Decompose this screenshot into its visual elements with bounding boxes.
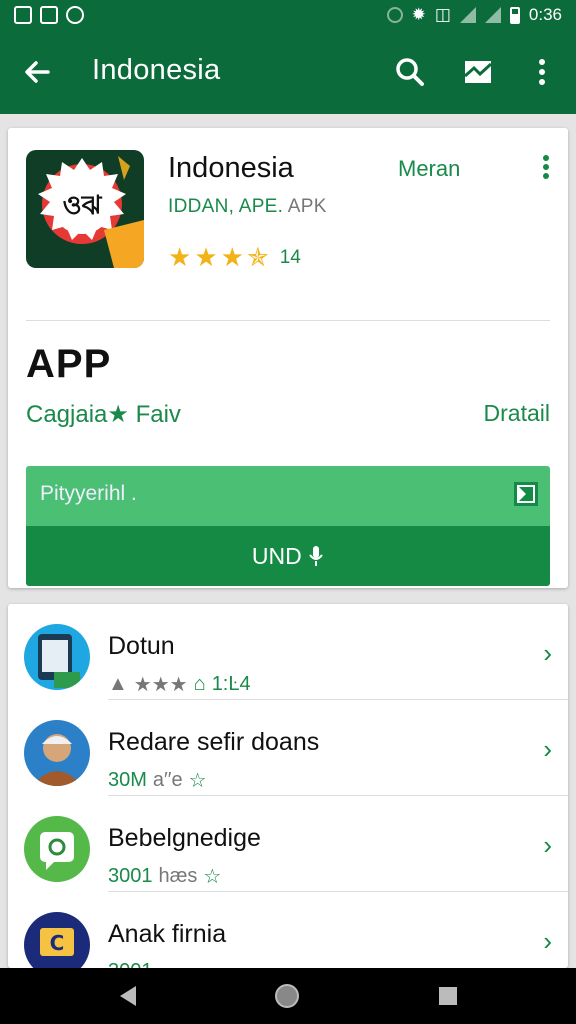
app-type-text: APK bbox=[287, 196, 327, 217]
nav-recents-button[interactable] bbox=[434, 982, 462, 1010]
star-icon: ★ bbox=[107, 401, 129, 428]
category-text: Cagjaia bbox=[26, 401, 108, 428]
chevron-right-icon: › bbox=[543, 926, 552, 956]
app-icon bbox=[24, 720, 90, 786]
search-input[interactable]: Pityyerihl . bbox=[26, 466, 550, 526]
sync-notification-icon bbox=[66, 6, 84, 24]
search-button[interactable] bbox=[390, 52, 430, 92]
app-bar-title: Indonesia bbox=[92, 54, 221, 86]
star-outline-icon: ☆ bbox=[203, 866, 222, 888]
mic-icon bbox=[309, 546, 323, 566]
list-item-meta: ▲ ★★★ ⌂ 1:Ŀ4 bbox=[108, 672, 251, 697]
primary-action-label: UND bbox=[251, 543, 302, 569]
more-vert-icon bbox=[543, 155, 549, 179]
app-icon bbox=[24, 816, 90, 882]
star-icon: ★ bbox=[168, 242, 192, 272]
status-bar: ✹ ◫ 0:36 bbox=[0, 0, 576, 32]
list-item[interactable]: Redare sefir doans 30M a′′e ☆ › bbox=[8, 700, 568, 796]
triangle-back-icon bbox=[120, 986, 136, 1006]
search-icon bbox=[396, 58, 424, 86]
person-icon bbox=[32, 734, 82, 786]
list-item-meta-text: 1:Ŀ4 bbox=[211, 673, 251, 695]
wifi-signal-icon bbox=[459, 7, 476, 23]
chevron-right-icon: › bbox=[543, 638, 552, 668]
app-icon bbox=[24, 624, 90, 690]
rating-count: 14 bbox=[279, 246, 301, 268]
svg-text:C: C bbox=[50, 931, 65, 955]
svg-text:ওঝ: ওঝ bbox=[63, 191, 103, 221]
location-icon bbox=[386, 7, 403, 23]
app-name: Indonesia bbox=[168, 152, 294, 184]
square-recents-icon bbox=[439, 987, 457, 1005]
divider bbox=[26, 320, 550, 321]
star-outline-icon: ☆ bbox=[188, 770, 207, 792]
system-nav-bar bbox=[0, 968, 576, 1024]
list-item[interactable]: Dotun ▲ ★★★ ⌂ 1:Ŀ4 › bbox=[8, 604, 568, 700]
star-icon: ★ bbox=[220, 242, 244, 272]
chat-icon bbox=[40, 832, 74, 870]
detail-link[interactable]: Dratail bbox=[484, 400, 550, 427]
image-notification-icon bbox=[14, 6, 32, 24]
card-menu-button[interactable] bbox=[536, 152, 556, 182]
thumbs-up-icon: ▲ bbox=[108, 673, 128, 695]
app-developer: IDDAN, APE. APK bbox=[168, 196, 327, 218]
list-item-title: Dotun bbox=[108, 632, 175, 660]
overflow-menu-button[interactable] bbox=[522, 52, 562, 92]
vibrate-icon: ◫ bbox=[434, 5, 451, 24]
chevron-right-icon: › bbox=[543, 830, 552, 860]
star-icon: ★★★ bbox=[133, 674, 188, 696]
list-item-title: Redare sefir doans bbox=[108, 728, 320, 756]
app-detail-card: ওঝ Indonesia IDDAN, APE. APK ★ ★ ★ ✯ 14 … bbox=[8, 128, 568, 588]
cell-signal-icon bbox=[484, 7, 501, 23]
battery-icon bbox=[509, 6, 520, 24]
category-suffix: Faiv bbox=[135, 401, 181, 428]
phone-icon bbox=[38, 634, 80, 688]
app-bar: Indonesia bbox=[0, 32, 576, 114]
app-logo[interactable]: ওঝ bbox=[26, 150, 144, 268]
list-item-meta: 30M a′′e ☆ bbox=[108, 768, 207, 793]
app-developer-text: IDDAN, APE. bbox=[168, 196, 284, 217]
list-item-meta-suffix: a′′e bbox=[152, 769, 183, 791]
list-item-meta: 3001 hæs ☆ bbox=[108, 864, 221, 889]
star-icon: ★ bbox=[194, 242, 218, 272]
mail-button[interactable] bbox=[458, 52, 498, 92]
more-vert-icon bbox=[539, 59, 545, 85]
list-item-title: Anak firnia bbox=[108, 920, 227, 948]
primary-action-button[interactable]: UND bbox=[26, 526, 550, 586]
app-notification-icon bbox=[40, 6, 58, 24]
app-logo-icon: ওঝ bbox=[38, 156, 144, 268]
list-item-meta-text: 3001 bbox=[108, 865, 153, 887]
alarm-icon: ✹ bbox=[411, 5, 426, 24]
star-half-icon: ✯ bbox=[246, 242, 269, 272]
chevron-right-icon: › bbox=[543, 734, 552, 764]
list-item-title: Bebelgnedige bbox=[108, 824, 261, 852]
related-apps-card: Dotun ▲ ★★★ ⌂ 1:Ŀ4 › Redare sefir doans … bbox=[8, 604, 568, 982]
store-icon: ⌂ bbox=[193, 673, 206, 695]
mail-icon bbox=[464, 61, 493, 83]
circle-home-icon bbox=[275, 984, 299, 1008]
list-item-meta-text: 30M bbox=[108, 769, 147, 791]
section-title: APP bbox=[26, 342, 112, 386]
list-item-meta-suffix: hæs bbox=[158, 865, 198, 887]
nav-home-button[interactable] bbox=[273, 982, 301, 1010]
arrow-back-icon bbox=[25, 61, 50, 83]
checkbox-icon[interactable] bbox=[514, 482, 538, 506]
clock: 0:36 bbox=[528, 5, 562, 24]
install-link[interactable]: Meran bbox=[398, 156, 460, 182]
app-rating: ★ ★ ★ ✯ 14 bbox=[168, 242, 301, 273]
category-link[interactable]: Cagjaia★ Faiv bbox=[26, 400, 181, 429]
nav-back-button[interactable] bbox=[114, 982, 142, 1010]
search-placeholder: Pityyerihl . bbox=[40, 482, 137, 505]
list-item[interactable]: Bebelgnedige 3001 hæs ☆ › bbox=[8, 796, 568, 892]
back-button[interactable] bbox=[18, 52, 58, 92]
